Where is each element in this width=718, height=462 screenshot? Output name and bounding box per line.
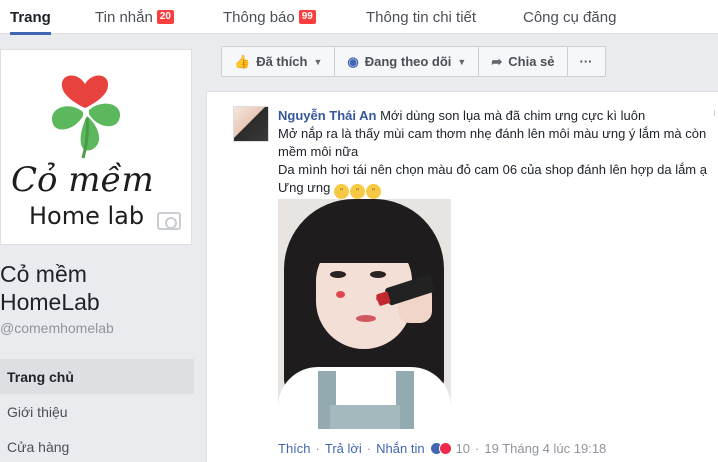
chevron-icon xyxy=(714,110,718,116)
page-action-bar: 👍 Đã thích ▼ ◉ Đang theo dõi ▼ ➦ Chia sẻ… xyxy=(221,46,606,77)
comment-author-link[interactable]: Nguyễn Thái An xyxy=(278,108,376,123)
comment-line-4: Ưng ưng xyxy=(278,180,331,195)
nav-item-home[interactable]: Trang chủ xyxy=(0,359,194,394)
following-button[interactable]: ◉ Đang theo dõi ▼ xyxy=(335,47,480,76)
comment-timestamp[interactable]: 19 Tháng 4 lúc 19:18 xyxy=(484,441,606,456)
tab-insights[interactable]: Thông tin chi tiết xyxy=(366,0,476,34)
comment-actions: Thích · Trả lời · Nhắn tin 10 · 19 Tháng… xyxy=(278,441,607,456)
reaction-summary[interactable] xyxy=(429,441,452,456)
comment-line-3: Da mình hơi tái nên chọn màu đỏ cam 06 c… xyxy=(278,162,707,177)
rss-icon: ◉ xyxy=(347,53,359,69)
liked-button[interactable]: 👍 Đã thích ▼ xyxy=(222,47,336,76)
page-username[interactable]: @comemhomelab xyxy=(0,320,114,336)
share-arrow-icon: ➦ xyxy=(491,53,503,69)
more-icon: ··· xyxy=(579,54,593,69)
comment-line-2: Mở nắp ra là thấy mùi cam thơm nhẹ đánh … xyxy=(278,126,707,159)
liked-label: Đã thích xyxy=(256,54,308,69)
tab-messages-label: Tin nhắn xyxy=(95,8,153,26)
page-tab-bar: Trang Tin nhắn 20 Thông báo 99 Thông tin… xyxy=(0,0,718,35)
reaction-count: 10 xyxy=(455,441,471,456)
nav-item-shop[interactable]: Cửa hàng xyxy=(0,429,194,462)
kissing-emoji-icon: ᵔ xyxy=(349,184,365,199)
comment-reply-link[interactable]: Trả lời xyxy=(325,441,362,456)
kissing-emoji-icon: ᵔ xyxy=(333,184,349,199)
comment-line-1: Mới dùng son lụa mà đã chim ưng cực kì l… xyxy=(380,108,646,123)
commenter-avatar[interactable] xyxy=(233,106,269,142)
tab-publishing-tools-label: Công cụ đăng xyxy=(523,8,617,26)
share-button[interactable]: ➦ Chia sẻ xyxy=(479,47,568,76)
notifications-count-badge: 99 xyxy=(298,10,316,24)
share-label: Chia sẻ xyxy=(508,54,555,69)
logo-text-bottom: Home lab xyxy=(29,202,144,230)
left-nav: Trang chủ Giới thiệu Cửa hàng xyxy=(0,359,194,462)
tab-notifications-label: Thông báo xyxy=(223,8,295,26)
love-reaction-icon xyxy=(438,442,452,455)
tab-home[interactable]: Trang xyxy=(10,0,51,35)
logo-text-top: Cỏ mềm xyxy=(11,160,154,200)
chevron-down-icon: ▼ xyxy=(457,56,467,67)
tab-insights-label: Thông tin chi tiết xyxy=(366,8,477,26)
following-label: Đang theo dõi xyxy=(364,54,452,69)
tab-publishing-tools[interactable]: Công cụ đăng xyxy=(523,0,616,34)
messages-count-badge: 20 xyxy=(156,10,174,24)
more-options-button[interactable]: ··· xyxy=(568,47,605,76)
comment-message-link[interactable]: Nhắn tin xyxy=(376,441,424,456)
chevron-down-icon: ▼ xyxy=(313,56,323,67)
comment-photo[interactable] xyxy=(278,199,451,429)
clover-icon xyxy=(51,75,121,159)
thumbs-up-icon: 👍 xyxy=(234,53,251,69)
camera-icon[interactable] xyxy=(157,212,181,230)
profile-picture[interactable]: Cỏ mềm Home lab xyxy=(0,49,192,245)
tab-home-label: Trang xyxy=(10,8,51,26)
kissing-emoji-icon: ᵔ xyxy=(365,184,381,199)
comment-like-link[interactable]: Thích xyxy=(278,441,311,456)
comment-body: Nguyễn Thái An Mới dùng son lụa mà đã ch… xyxy=(278,107,718,199)
tab-notifications[interactable]: Thông báo 99 xyxy=(223,0,316,34)
tab-messages[interactable]: Tin nhắn 20 xyxy=(95,0,174,34)
nav-item-about[interactable]: Giới thiệu xyxy=(0,394,194,429)
page-title: Cỏ mềm HomeLab xyxy=(0,261,100,315)
